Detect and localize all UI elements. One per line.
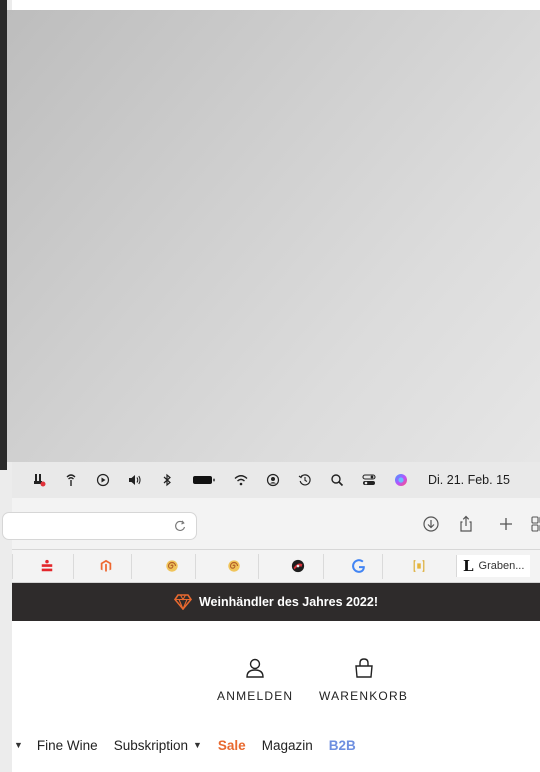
tab-overview-icon[interactable]	[530, 514, 540, 534]
wine-disc-bookmark-icon[interactable]	[290, 558, 306, 574]
promo-text: Weinhändler des Jahres 2022!	[198, 595, 379, 609]
sparkasse-bookmark-icon[interactable]	[39, 558, 55, 574]
nav-item-label: Subskription	[113, 737, 188, 753]
bluetooth-icon[interactable]	[160, 473, 174, 487]
bookmark-graben[interactable]: L Graben...	[456, 555, 531, 577]
browser-toolbar	[2, 498, 540, 550]
nav-item-label: B2B	[328, 737, 356, 753]
favorites-separator	[73, 554, 74, 579]
site-header: ANMELDEN WARENKORB ▼ Fine Wine Subskript…	[12, 621, 540, 772]
address-bar[interactable]	[2, 512, 197, 540]
diamond-icon	[173, 594, 192, 610]
wifi-icon[interactable]	[234, 473, 248, 487]
app-icon[interactable]	[32, 473, 46, 487]
nav-item-b2b[interactable]: B2B	[329, 738, 356, 753]
chevron-down-icon: ▼	[193, 740, 202, 750]
bracket-bookmark-icon[interactable]	[411, 558, 427, 574]
favorites-separator	[323, 554, 324, 579]
nav-item-sale[interactable]: Sale	[218, 738, 246, 753]
nav-item-label: Fine Wine	[36, 737, 98, 753]
menu-bar-clock[interactable]: Di. 21. Feb. 15	[428, 473, 510, 487]
control-center-icon[interactable]	[362, 473, 376, 487]
nav-item-fine-wine[interactable]: Fine Wine	[37, 738, 98, 753]
antenna-icon[interactable]	[64, 473, 78, 487]
play-icon[interactable]	[96, 473, 110, 487]
nav-item-magazin[interactable]: Magazin	[262, 738, 313, 753]
favorites-separator	[131, 554, 132, 579]
menu-bar: Di. 21. Feb. 15	[12, 462, 540, 498]
desktop-wallpaper	[7, 10, 540, 462]
nav-item-subskription[interactable]: Subskription ▼	[114, 738, 202, 753]
downloads-icon[interactable]	[421, 514, 441, 534]
magento-bookmark-icon[interactable]	[98, 558, 114, 574]
shopping-bag-icon	[354, 658, 373, 678]
favorites-bar: L Graben...	[12, 550, 540, 583]
nav-item-label: Sale	[217, 737, 246, 753]
spotlight-search-icon[interactable]	[330, 473, 344, 487]
favorites-separator	[195, 554, 196, 579]
nav-item-label: Magazin	[261, 737, 313, 753]
time-machine-icon[interactable]	[298, 473, 312, 487]
bookmark-letter-logo: L	[463, 557, 474, 575]
new-tab-icon[interactable]	[496, 514, 516, 534]
favorites-separator	[258, 554, 259, 579]
promo-banner[interactable]: Weinhändler des Jahres 2022!	[12, 583, 540, 621]
spiral-bookmark-icon[interactable]	[164, 558, 180, 574]
login-label: ANMELDEN	[217, 689, 294, 703]
cart-link[interactable]: WARENKORB	[319, 657, 408, 703]
user-icon[interactable]	[266, 473, 280, 487]
background-window-dark	[0, 0, 7, 470]
google-bookmark-icon[interactable]	[351, 558, 367, 574]
main-navigation: ▼ Fine Wine Subskription ▼ Sale Magazin …	[12, 735, 372, 755]
siri-icon[interactable]	[394, 473, 408, 487]
battery-icon[interactable]	[192, 473, 216, 487]
user-account-icon	[246, 658, 264, 678]
favorites-separator	[12, 554, 13, 579]
share-icon[interactable]	[456, 514, 476, 534]
cart-label: WARENKORB	[319, 689, 409, 703]
spiral-bookmark-2-icon[interactable]	[226, 558, 242, 574]
login-link[interactable]: ANMELDEN	[217, 657, 293, 703]
favorites-separator	[382, 554, 383, 579]
reload-icon[interactable]	[173, 519, 187, 533]
chevron-down-icon[interactable]: ▼	[14, 740, 23, 750]
bookmark-graben-label: Graben...	[478, 560, 525, 572]
volume-icon[interactable]	[128, 473, 142, 487]
